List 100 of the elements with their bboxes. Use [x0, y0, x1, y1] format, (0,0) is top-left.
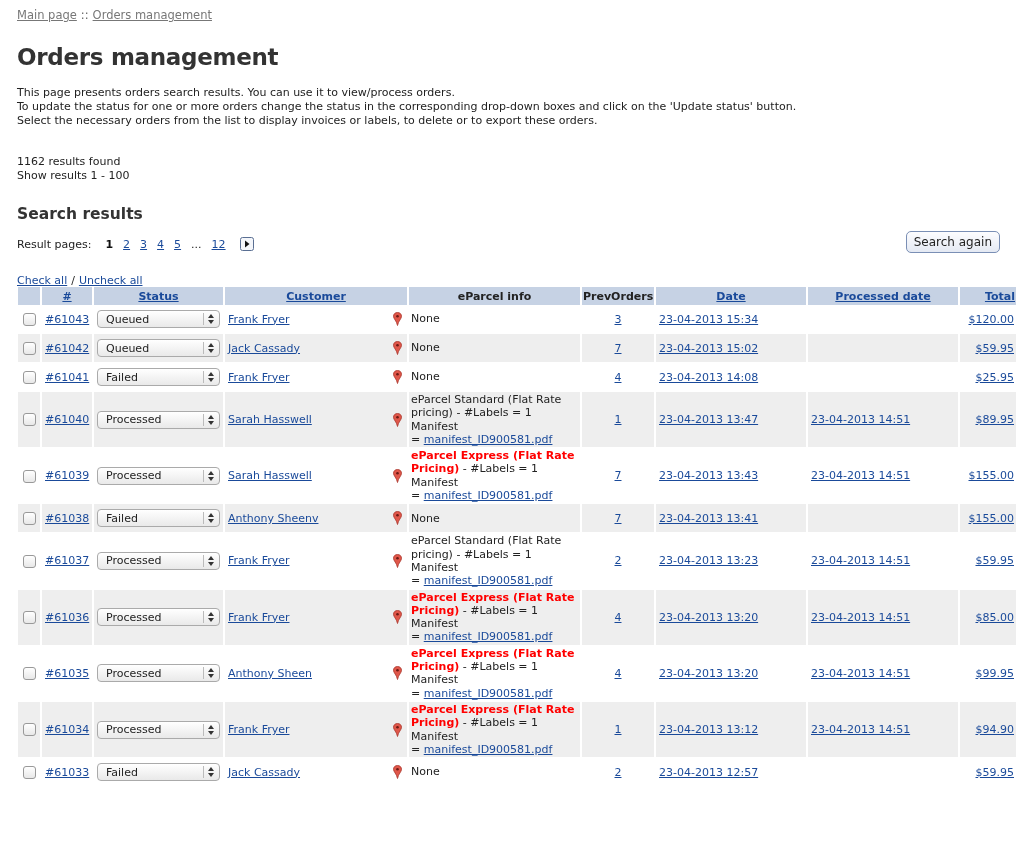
row-checkbox[interactable] [22, 610, 36, 624]
order-total-link[interactable]: $89.95 [975, 413, 1014, 427]
customer-link[interactable]: Frank Fryer [228, 554, 290, 568]
manifest-file-link[interactable]: manifest_ID900581.pdf [423, 432, 553, 446]
order-date-link[interactable]: 23-04-2013 13:20 [659, 610, 759, 624]
customer-link[interactable]: Frank Fryer [228, 312, 290, 326]
map-pin-icon[interactable] [393, 412, 402, 427]
row-checkbox[interactable] [22, 370, 36, 384]
row-checkbox[interactable] [22, 341, 36, 355]
status-select[interactable]: Processed [97, 466, 220, 485]
previous-orders-link[interactable]: 1 [614, 723, 622, 737]
previous-orders-link[interactable]: 2 [614, 765, 622, 779]
status-select[interactable]: Processed [97, 551, 220, 570]
status-select[interactable]: Failed [97, 509, 220, 528]
previous-orders-link[interactable]: 1 [614, 413, 622, 427]
row-checkbox[interactable] [22, 723, 36, 737]
map-pin-icon[interactable] [393, 553, 402, 568]
customer-link[interactable]: Jack Cassady [228, 341, 300, 355]
customer-link[interactable]: Frank Fryer [228, 610, 290, 624]
previous-orders-link[interactable]: 7 [614, 511, 622, 525]
previous-orders-link[interactable]: 4 [614, 610, 622, 624]
processed-date-link[interactable]: 23-04-2013 14:51 [811, 610, 911, 624]
status-select[interactable]: Processed [97, 720, 220, 739]
customer-link[interactable]: Frank Fryer [228, 723, 290, 737]
order-link[interactable]: #61043 [45, 312, 90, 326]
map-pin-icon[interactable] [393, 341, 402, 355]
order-link[interactable]: #61037 [45, 554, 90, 568]
row-checkbox[interactable] [22, 413, 36, 427]
order-date-link[interactable]: 23-04-2013 13:20 [659, 666, 759, 680]
row-checkbox[interactable] [22, 512, 36, 526]
previous-orders-link[interactable]: 4 [614, 666, 622, 680]
breadcrumb-link[interactable]: Main page [17, 8, 77, 22]
row-checkbox[interactable] [22, 312, 36, 326]
order-date-link[interactable]: 23-04-2013 13:23 [659, 554, 759, 568]
processed-date-link[interactable]: 23-04-2013 14:51 [811, 554, 911, 568]
map-pin-icon[interactable] [393, 370, 402, 384]
order-date-link[interactable]: 23-04-2013 14:08 [659, 370, 759, 384]
row-checkbox[interactable] [22, 667, 36, 681]
map-pin-icon[interactable] [393, 312, 402, 326]
processed-date-link[interactable]: 23-04-2013 14:51 [811, 723, 911, 737]
customer-link[interactable]: Anthony Sheen [228, 666, 312, 680]
order-total-link[interactable]: $25.95 [975, 370, 1014, 384]
sortable-column-header[interactable]: # [62, 289, 72, 303]
order-total-link[interactable]: $59.95 [975, 554, 1014, 568]
next-page-icon[interactable] [239, 237, 254, 251]
customer-link[interactable]: Sarah Hasswell [228, 413, 312, 427]
map-pin-icon[interactable] [393, 765, 402, 780]
status-select[interactable]: Processed [97, 664, 220, 683]
order-link[interactable]: #61041 [45, 370, 90, 384]
manifest-file-link[interactable]: manifest_ID900581.pdf [423, 742, 553, 756]
map-pin-icon[interactable] [393, 610, 402, 625]
page-link[interactable]: 4 [157, 237, 165, 251]
check-all-link[interactable]: Check all [17, 274, 68, 287]
order-link[interactable]: #61033 [45, 765, 90, 779]
breadcrumb-link[interactable]: Orders management [92, 8, 212, 22]
order-date-link[interactable]: 23-04-2013 12:57 [659, 765, 759, 779]
order-date-link[interactable]: 23-04-2013 13:47 [659, 413, 759, 427]
map-pin-icon[interactable] [393, 468, 402, 483]
order-date-link[interactable]: 23-04-2013 13:12 [659, 723, 759, 737]
order-total-link[interactable]: $59.95 [975, 765, 1014, 779]
sortable-column-header[interactable]: Date [716, 289, 746, 303]
manifest-file-link[interactable]: manifest_ID900581.pdf [423, 574, 553, 588]
page-link[interactable]: 3 [140, 237, 148, 251]
search-again-button[interactable]: Search again [905, 231, 1000, 253]
row-checkbox[interactable] [22, 554, 36, 568]
order-total-link[interactable]: $155.00 [968, 469, 1014, 483]
map-pin-icon[interactable] [393, 511, 402, 526]
manifest-file-link[interactable]: manifest_ID900581.pdf [423, 489, 553, 503]
order-date-link[interactable]: 23-04-2013 15:34 [659, 312, 759, 326]
status-select[interactable]: Processed [97, 410, 220, 429]
previous-orders-link[interactable]: 2 [614, 554, 622, 568]
previous-orders-link[interactable]: 4 [614, 370, 622, 384]
status-select[interactable]: Queued [97, 339, 220, 357]
row-checkbox[interactable] [22, 469, 36, 483]
previous-orders-link[interactable]: 3 [614, 312, 622, 326]
order-link[interactable]: #61039 [45, 469, 90, 483]
page-link[interactable]: 12 [211, 237, 226, 251]
order-total-link[interactable]: $85.00 [975, 610, 1014, 624]
uncheck-all-link[interactable]: Uncheck all [78, 274, 143, 287]
order-total-link[interactable]: $99.95 [975, 666, 1014, 680]
page-link[interactable]: 1 [105, 237, 114, 251]
page-link[interactable]: 2 [123, 237, 131, 251]
processed-date-link[interactable]: 23-04-2013 14:51 [811, 469, 911, 483]
manifest-file-link[interactable]: manifest_ID900581.pdf [423, 686, 553, 700]
row-checkbox[interactable] [22, 765, 36, 779]
map-pin-icon[interactable] [393, 666, 402, 681]
processed-date-link[interactable]: 23-04-2013 14:51 [811, 666, 911, 680]
customer-link[interactable]: Jack Cassady [228, 765, 300, 779]
status-select[interactable]: Queued [97, 310, 220, 328]
order-total-link[interactable]: $94.90 [975, 723, 1014, 737]
previous-orders-link[interactable]: 7 [614, 341, 622, 355]
customer-link[interactable]: Sarah Hasswell [228, 469, 312, 483]
previous-orders-link[interactable]: 7 [614, 469, 622, 483]
customer-link[interactable]: Frank Fryer [228, 370, 290, 384]
manifest-file-link[interactable]: manifest_ID900581.pdf [423, 630, 553, 644]
order-link[interactable]: #61035 [45, 666, 90, 680]
status-select[interactable]: Failed [97, 763, 220, 782]
page-link[interactable]: 5 [174, 237, 182, 251]
order-total-link[interactable]: $120.00 [968, 312, 1014, 326]
processed-date-link[interactable]: 23-04-2013 14:51 [811, 413, 911, 427]
